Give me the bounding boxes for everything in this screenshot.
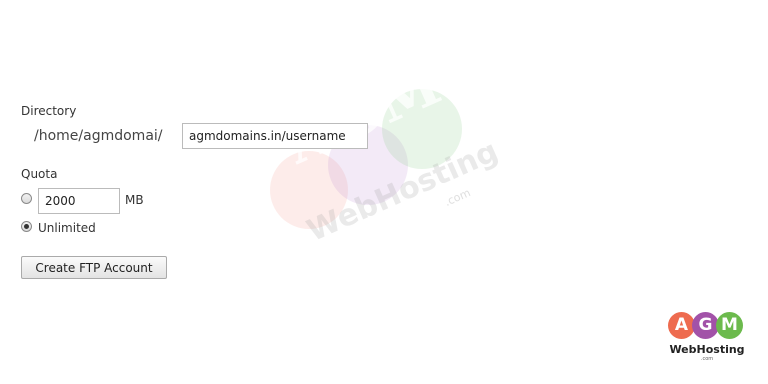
quota-amount-radio[interactable] — [21, 193, 32, 204]
directory-input[interactable] — [182, 123, 368, 149]
quota-label: Quota — [21, 167, 58, 181]
logo-letter-g: G — [692, 312, 719, 339]
agm-logo: A G M WebHosting .com — [668, 312, 746, 362]
create-ftp-account-button[interactable]: Create FTP Account — [21, 256, 167, 279]
quota-unlimited-label: Unlimited — [38, 221, 96, 235]
quota-amount-input[interactable] — [38, 188, 120, 214]
logo-letter-m: M — [716, 312, 743, 339]
logo-name: WebHosting — [669, 343, 745, 356]
watermark: AGM .com WebHosting — [262, 50, 504, 285]
watermark-text: WebHosting — [302, 133, 504, 249]
directory-prefix: /home/agmdomai/ — [34, 128, 163, 144]
logo-suffix: .com — [700, 356, 714, 362]
radio-selected-dot — [24, 224, 29, 229]
quota-unlimited-radio[interactable] — [21, 221, 32, 232]
watermark-circle-a — [270, 151, 348, 229]
logo-letter-a: A — [668, 312, 695, 339]
watermark-letters: AGM — [276, 49, 454, 178]
watermark-circle-m — [382, 89, 462, 169]
watermark-suffix: .com — [442, 186, 473, 209]
directory-label: Directory — [21, 104, 77, 118]
quota-unit-label: MB — [125, 193, 144, 207]
